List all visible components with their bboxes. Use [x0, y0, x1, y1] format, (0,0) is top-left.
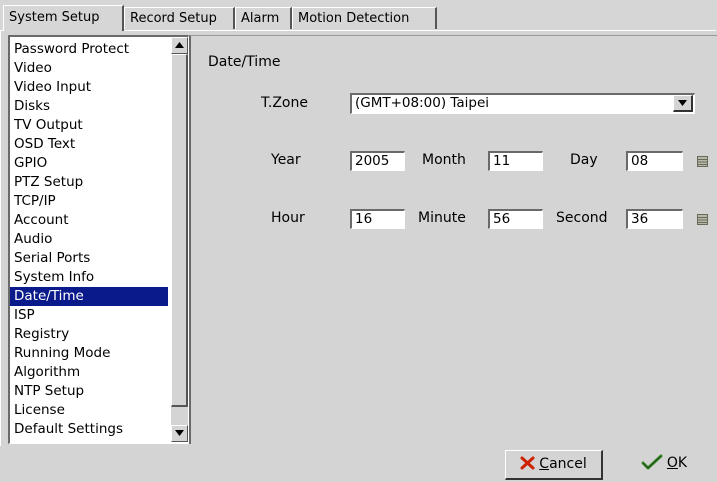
- tab-motion-detection[interactable]: Motion Detection: [292, 7, 437, 29]
- scroll-down-button[interactable]: [171, 425, 188, 442]
- day-label: Day: [570, 152, 598, 168]
- menu-item-gpio[interactable]: GPIO: [10, 154, 168, 173]
- arrow-down-icon: [175, 430, 184, 436]
- menu-item-ptz-setup[interactable]: PTZ Setup: [10, 173, 168, 192]
- menu-item-password-protect[interactable]: Password Protect: [10, 40, 168, 59]
- menu-item-algorithm[interactable]: Algorithm: [10, 363, 168, 382]
- tab-system-setup[interactable]: System Setup: [3, 5, 124, 31]
- month-label: Month: [422, 152, 466, 168]
- timezone-dropdown-button[interactable]: [673, 95, 693, 112]
- menu-item-default-settings[interactable]: Default Settings: [10, 420, 168, 439]
- menu-item-osd-text[interactable]: OSD Text: [10, 135, 168, 154]
- menu-item-isp[interactable]: ISP: [10, 306, 168, 325]
- ok-mnemonic: O: [666, 455, 678, 471]
- year-label: Year: [271, 152, 301, 168]
- cancel-mnemonic: C: [539, 456, 550, 472]
- vertical-scrollbar[interactable]: [171, 37, 188, 442]
- menu-item-tcp-ip[interactable]: TCP/IP: [10, 192, 168, 211]
- ok-label: K: [677, 455, 688, 471]
- scroll-up-button[interactable]: [171, 37, 188, 54]
- menu-item-date-time[interactable]: Date/Time: [10, 287, 168, 306]
- clock-picker-icon[interactable]: [697, 214, 708, 225]
- minute-field[interactable]: 56: [488, 209, 543, 229]
- hour-field[interactable]: 16: [350, 209, 405, 229]
- menu-items: Password Protect Video Video Input Disks TV …: [10, 40, 168, 439]
- timezone-label: T.Zone: [261, 95, 308, 111]
- chevron-down-icon: [678, 100, 687, 106]
- section-title: Date/Time: [208, 54, 281, 70]
- cancel-button[interactable]: Cancel: [505, 450, 603, 480]
- menu-item-video-input[interactable]: Video Input: [10, 78, 168, 97]
- minute-label: Minute: [418, 210, 466, 226]
- tab-bar: System Setup Record Setup Alarm Motion D…: [0, 0, 717, 31]
- menu-item-system-info[interactable]: System Info: [10, 268, 168, 287]
- day-field[interactable]: 08: [626, 151, 683, 171]
- menu-item-registry[interactable]: Registry: [10, 325, 168, 344]
- menu-item-audio[interactable]: Audio: [10, 230, 168, 249]
- menu-item-disks[interactable]: Disks: [10, 97, 168, 116]
- year-field[interactable]: 2005: [350, 151, 405, 171]
- menu-item-ntp-setup[interactable]: NTP Setup: [10, 382, 168, 401]
- calendar-icon[interactable]: [697, 156, 708, 167]
- menu-item-serial-ports[interactable]: Serial Ports: [10, 249, 168, 268]
- cross-icon: [520, 456, 535, 470]
- tab-alarm[interactable]: Alarm: [235, 7, 292, 29]
- checkmark-icon: [641, 454, 663, 470]
- menu-item-tv-output[interactable]: TV Output: [10, 116, 168, 135]
- settings-menu-list: Password Protect Video Video Input Disks TV …: [8, 35, 189, 444]
- cancel-label: ancel: [549, 456, 587, 472]
- hour-label: Hour: [271, 210, 305, 226]
- menu-item-video[interactable]: Video: [10, 59, 168, 78]
- second-field[interactable]: 36: [626, 209, 683, 229]
- menu-item-account[interactable]: Account: [10, 211, 168, 230]
- scroll-thumb[interactable]: [171, 54, 188, 407]
- menu-item-running-mode[interactable]: Running Mode: [10, 344, 168, 363]
- menu-item-license[interactable]: License: [10, 401, 168, 420]
- month-field[interactable]: 11: [488, 151, 543, 171]
- arrow-up-icon: [175, 42, 184, 48]
- timezone-select[interactable]: (GMT+08:00) Taipei: [350, 93, 695, 114]
- tab-record-setup[interactable]: Record Setup: [124, 7, 235, 29]
- second-label: Second: [556, 210, 608, 226]
- ok-button[interactable]: OK: [614, 450, 714, 480]
- timezone-value: (GMT+08:00) Taipei: [355, 95, 490, 111]
